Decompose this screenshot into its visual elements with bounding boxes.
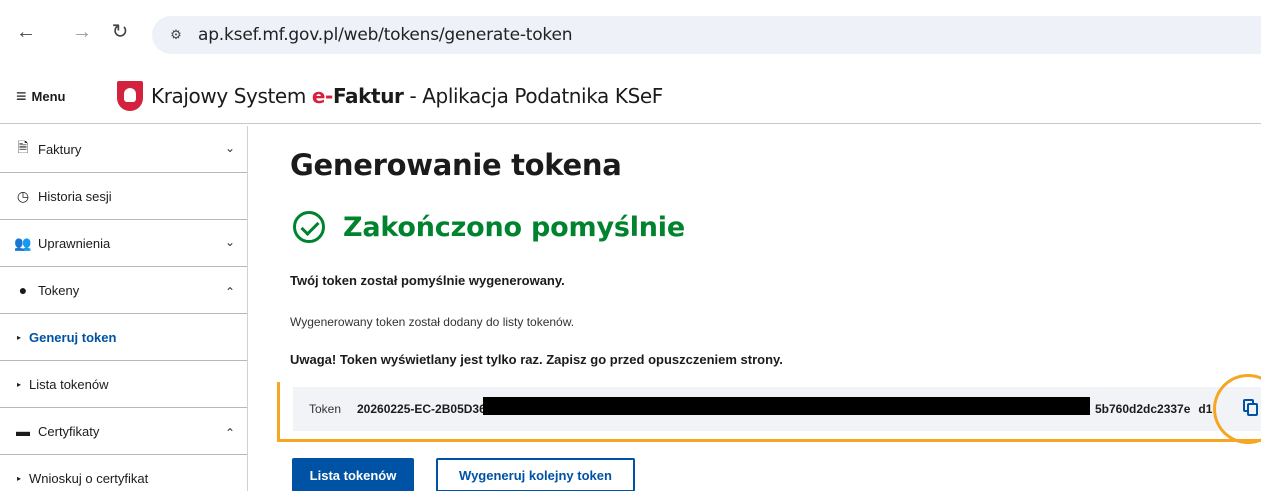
url-text[interactable]: ap.ksef.mf.gov.pl/web/tokens/generate-to… <box>198 25 573 45</box>
sidebar-item-wnioskuj[interactable]: ▸ Wnioskuj o certyfikat <box>0 455 247 491</box>
menu-label: Menu <box>31 89 66 104</box>
back-arrow-icon[interactable]: ← <box>14 20 38 44</box>
bullet-icon: ▸ <box>17 332 22 342</box>
success-text: Zakończono pomyślnie <box>343 211 685 243</box>
sidebar-item-label: Tokeny <box>38 282 80 298</box>
token-highlight-frame: Token 20260225-EC-2B05D3600 5b760d2dc233… <box>277 374 1261 444</box>
token-value-start[interactable]: 20260225-EC-2B05D3600 <box>357 402 499 416</box>
title-prefix: Krajowy System <box>151 84 312 108</box>
sidebar-item-label: Generuj token <box>29 329 117 345</box>
bullet-icon: ▸ <box>17 379 22 389</box>
sidebar-item-tokeny[interactable]: ● Tokeny ⌃ <box>0 267 247 314</box>
success-heading: Zakończono pomyślnie <box>293 211 685 243</box>
chevron-up-icon: ⌃ <box>224 285 235 299</box>
clock-icon: ◷ <box>16 187 30 204</box>
title-brand-e: e- <box>311 84 333 108</box>
reload-icon[interactable]: ↻ <box>108 20 132 44</box>
sidebar-item-lista-tokenow[interactable]: ▸ Lista tokenów <box>0 361 247 408</box>
page-title: Generowanie tokena <box>290 148 622 182</box>
sidebar-item-label: Uprawnienia <box>38 235 111 251</box>
check-circle-icon <box>293 211 325 243</box>
bullet-icon: ▸ <box>17 474 22 483</box>
token-icon: ● <box>18 282 28 298</box>
message-success: Twój token został pomyślnie wygenerowany… <box>290 273 565 288</box>
certificate-icon: ▬ <box>16 423 30 439</box>
sidebar-item-label: Lista tokenów <box>29 376 109 392</box>
highlight-circle <box>1213 374 1261 444</box>
hamburger-icon: ≡ <box>16 86 27 106</box>
generate-another-button[interactable]: Wygeneruj kolejny token <box>436 458 635 491</box>
app-header: ≡ Menu Krajowy System e-Faktur - Aplikac… <box>0 70 1261 124</box>
token-field: Token 20260225-EC-2B05D3600 5b760d2dc233… <box>293 387 1261 431</box>
sidebar-item-faktury[interactable]: 🗎 Faktury ⌄ <box>0 126 247 173</box>
document-icon: 🗎 <box>17 139 29 155</box>
users-icon: 👥 <box>14 234 32 251</box>
sidebar-item-certyfikaty[interactable]: ▬ Certyfikaty ⌃ <box>0 408 247 455</box>
browser-toolbar: ← → ↻ ⚙ ap.ksef.mf.gov.pl/web/tokens/gen… <box>0 0 1261 70</box>
chevron-down-icon: ⌄ <box>224 141 235 155</box>
token-end-part: 5b760d2dc2337e <box>1095 402 1191 416</box>
sidebar-item-generuj-token[interactable]: ▸ Generuj token <box>0 314 247 361</box>
sidebar-item-label: Wnioskuj o certyfikat <box>29 471 149 486</box>
main-content: Generowanie tokena Zakończono pomyślnie … <box>277 126 1261 491</box>
sidebar-item-historia-sesji[interactable]: ◷ Historia sesji <box>0 173 247 220</box>
site-info-icon[interactable]: ⚙ <box>166 25 186 45</box>
sidebar-item-uprawnienia[interactable]: 👥 Uprawnienia ⌄ <box>0 220 247 267</box>
menu-button[interactable]: ≡ Menu <box>16 86 65 107</box>
sidebar: 🗎 Faktury ⌄ ◷ Historia sesji 👥 Uprawnien… <box>0 126 248 491</box>
sidebar-item-label: Faktury <box>38 141 82 157</box>
token-end-part2: d1 <box>1198 402 1213 416</box>
message-added: Wygenerowany token został dodany do list… <box>290 315 575 329</box>
token-label: Token <box>309 402 342 416</box>
redaction-bar <box>483 397 1090 415</box>
sidebar-item-label: Certyfikaty <box>38 423 100 439</box>
sidebar-item-label: Historia sesji <box>38 188 112 204</box>
message-warning: Uwaga! Token wyświetlany jest tylko raz.… <box>290 352 783 367</box>
chevron-down-icon: ⌄ <box>224 235 235 249</box>
token-list-button[interactable]: Lista tokenów <box>292 458 414 491</box>
chevron-up-icon: ⌃ <box>224 426 235 440</box>
forward-arrow-icon[interactable]: → <box>70 20 94 44</box>
title-suffix: - Aplikacja Podatnika KSeF <box>403 84 663 108</box>
token-value-end[interactable]: 5b760d2dc2337e d1 <box>1095 402 1212 416</box>
address-bar[interactable]: ⚙ ap.ksef.mf.gov.pl/web/tokens/generate-… <box>152 16 1261 54</box>
emblem-icon <box>117 81 143 111</box>
app-title[interactable]: Krajowy System e-Faktur - Aplikacja Poda… <box>151 84 663 108</box>
title-brand-faktur: Faktur <box>332 84 404 108</box>
